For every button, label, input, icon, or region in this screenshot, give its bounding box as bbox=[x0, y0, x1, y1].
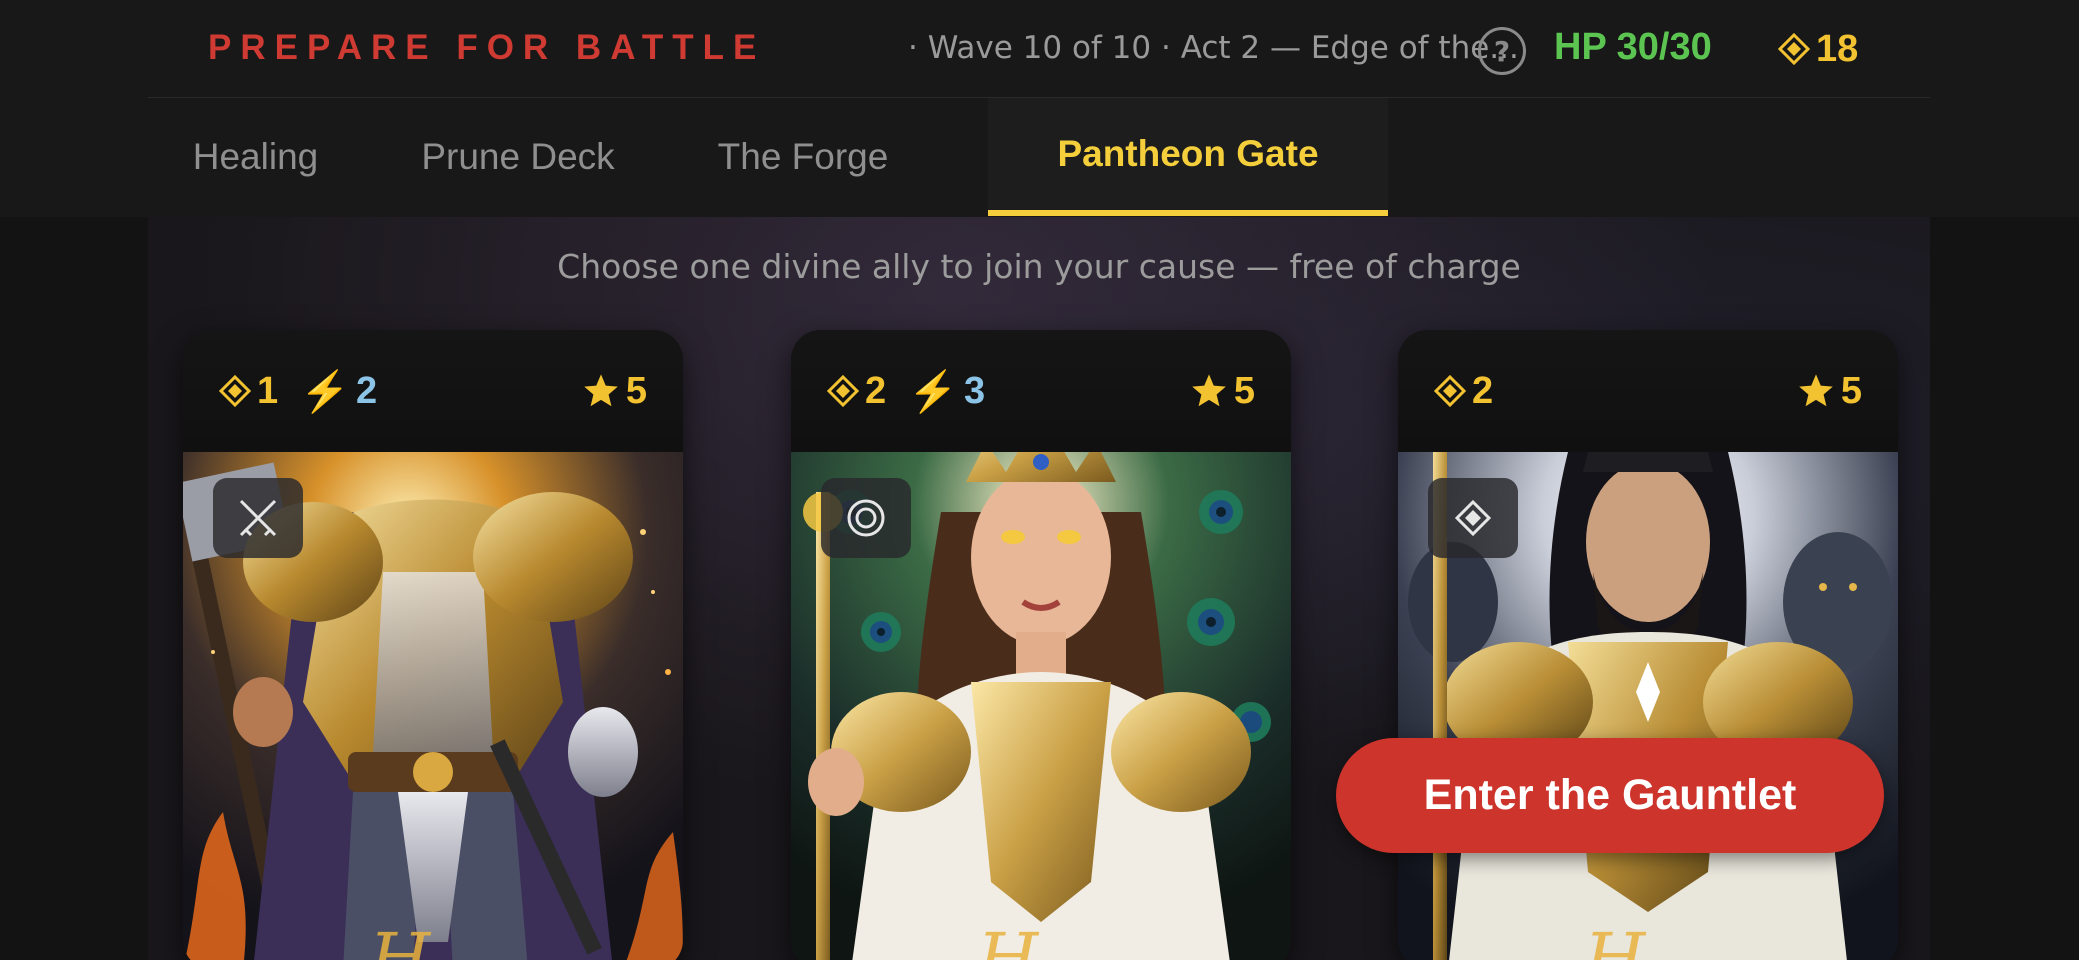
warrior-god-portrait: H... bbox=[183, 452, 683, 960]
star-icon bbox=[1192, 374, 1226, 407]
hp-counter: HP 30/30 bbox=[1554, 26, 1712, 68]
card-type-badge bbox=[1428, 478, 1518, 558]
title-row: PREPARE FOR BATTLE · Wave 10 of 10 · Act… bbox=[148, 0, 1930, 98]
screen-title: PREPARE FOR BATTLE bbox=[208, 28, 766, 67]
ally-card-3[interactable]: 2 5 H... bbox=[1398, 330, 1898, 960]
tab-prune-deck[interactable]: Prune Deck bbox=[383, 98, 653, 216]
lightning-icon: ⚡ bbox=[300, 369, 350, 414]
card-energy: ⚡ 3 bbox=[908, 368, 985, 415]
card-stats: 1 ⚡ 2 5 bbox=[183, 330, 683, 452]
card-rarity: 5 bbox=[1797, 370, 1862, 413]
gold-counter: 18 bbox=[1778, 24, 1858, 74]
tab-bar: Healing Prune Deck The Forge Pantheon Ga… bbox=[148, 98, 1930, 216]
crossed-swords-icon bbox=[239, 499, 277, 537]
cost-gem-icon bbox=[827, 375, 859, 407]
card-energy-value: 2 bbox=[355, 369, 378, 412]
card-type-badge bbox=[821, 478, 911, 558]
app-root: PREPARE FOR BATTLE · Wave 10 of 10 · Act… bbox=[0, 0, 2079, 960]
peacock-goddess-portrait: H... bbox=[791, 452, 1291, 960]
card-name: H... bbox=[977, 918, 1105, 960]
card-rarity-value: 5 bbox=[625, 369, 647, 412]
card-cost-value: 2 bbox=[865, 369, 887, 412]
ally-card-1[interactable]: 1 ⚡ 2 5 H... bbox=[183, 330, 683, 960]
star-icon bbox=[1799, 374, 1833, 407]
target-icon bbox=[847, 499, 885, 537]
card-cost: 2 bbox=[1434, 370, 1493, 413]
help-button[interactable]: ? bbox=[1478, 27, 1526, 75]
cost-gem-icon bbox=[1434, 375, 1466, 407]
gold-amount: 18 bbox=[1816, 27, 1859, 70]
cost-gem-icon bbox=[219, 375, 251, 407]
card-rarity: 5 bbox=[1190, 370, 1255, 413]
lightning-icon: ⚡ bbox=[908, 369, 958, 414]
card-cost: 1 bbox=[219, 370, 278, 413]
card-cost: 2 bbox=[827, 370, 886, 413]
card-energy: ⚡ 2 bbox=[300, 368, 377, 415]
card-energy-value: 3 bbox=[963, 369, 986, 412]
card-name: H... bbox=[1584, 918, 1712, 960]
tab-healing[interactable]: Healing bbox=[148, 98, 363, 216]
wave-subtitle: · Wave 10 of 10 · Act 2 — Edge of the... bbox=[908, 30, 1519, 66]
tab-pantheon-gate[interactable]: Pantheon Gate bbox=[988, 98, 1388, 216]
instruction-text: Choose one divine ally to join your caus… bbox=[557, 247, 1521, 286]
diamond-icon bbox=[1454, 499, 1492, 537]
card-stats: 2 5 bbox=[1398, 330, 1898, 452]
enter-gauntlet-button[interactable]: Enter the Gauntlet bbox=[1336, 738, 1884, 853]
gold-gem-icon bbox=[1778, 33, 1810, 65]
underworld-king-portrait: H... bbox=[1398, 452, 1898, 960]
tab-the-forge[interactable]: The Forge bbox=[678, 98, 928, 216]
card-name: H... bbox=[369, 918, 497, 960]
card-rarity-value: 5 bbox=[1233, 369, 1255, 412]
star-icon bbox=[584, 374, 618, 407]
top-bar: PREPARE FOR BATTLE · Wave 10 of 10 · Act… bbox=[0, 0, 2079, 217]
ally-card-2[interactable]: 2 ⚡ 3 5 H... bbox=[791, 330, 1291, 960]
card-cost-value: 2 bbox=[1472, 369, 1494, 412]
card-cost-value: 1 bbox=[257, 369, 279, 412]
card-rarity-value: 5 bbox=[1840, 369, 1862, 412]
card-stats: 2 ⚡ 3 5 bbox=[791, 330, 1291, 452]
card-type-badge bbox=[213, 478, 303, 558]
card-rarity: 5 bbox=[582, 370, 647, 413]
